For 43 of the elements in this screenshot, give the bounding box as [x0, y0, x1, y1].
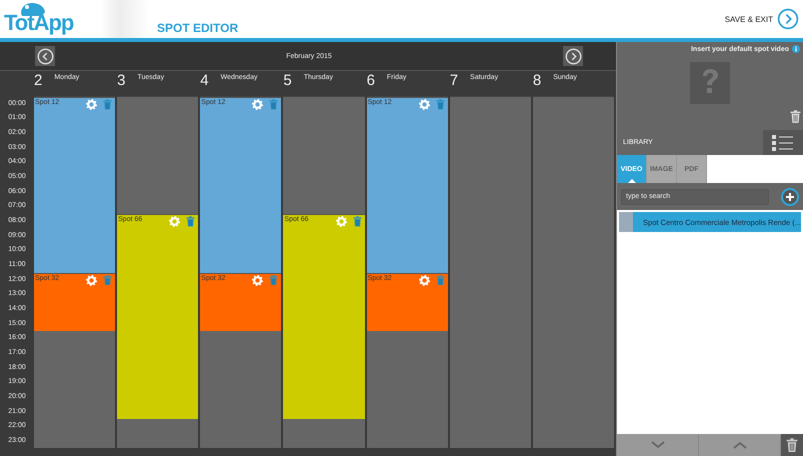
video-placeholder[interactable]	[690, 62, 730, 104]
add-button[interactable]	[781, 188, 799, 206]
logo-text: TotApp	[4, 11, 74, 35]
day-number: 7	[450, 73, 458, 89]
list-view-icon	[772, 134, 794, 150]
trash-icon[interactable]	[269, 99, 278, 110]
video-thumbnail	[619, 212, 634, 232]
day-number: 2	[34, 73, 42, 89]
chevron-up-icon	[732, 441, 746, 449]
trash-icon[interactable]	[790, 110, 801, 124]
trash-icon[interactable]	[436, 274, 445, 286]
gear-icon[interactable]	[86, 99, 98, 110]
chevron-circle-icon	[564, 48, 582, 64]
info-icon[interactable]	[792, 45, 800, 53]
day-number: 4	[200, 73, 209, 89]
trash-icon[interactable]	[186, 216, 196, 227]
save-exit-button[interactable]: SAVE & EXIT	[724, 8, 799, 30]
chevron-down-icon	[650, 441, 664, 449]
gear-icon[interactable]	[418, 99, 430, 110]
chevron-circle-icon	[777, 8, 799, 30]
trash-icon[interactable]	[103, 99, 112, 110]
gear-icon[interactable]	[169, 216, 180, 227]
trash-icon[interactable]	[103, 274, 112, 286]
trash-icon	[786, 438, 798, 452]
gear-icon[interactable]	[86, 274, 98, 286]
chevron-circle-icon	[36, 48, 54, 64]
day-number: 5	[283, 73, 292, 89]
gear-icon[interactable]	[336, 216, 347, 227]
trash-icon[interactable]	[436, 99, 445, 110]
trash-icon[interactable]	[352, 216, 362, 227]
day-number: 8	[532, 73, 542, 89]
gear-icon[interactable]	[418, 274, 430, 286]
previous-week-button[interactable]	[35, 46, 55, 66]
delete-button[interactable]	[781, 434, 803, 456]
day-number: 6	[366, 73, 375, 89]
trash-icon[interactable]	[269, 274, 278, 286]
next-week-button[interactable]	[563, 46, 583, 66]
gear-icon[interactable]	[252, 274, 264, 286]
plus-icon	[786, 192, 794, 200]
day-number: 3	[117, 73, 126, 89]
list-view-button[interactable]	[763, 130, 803, 155]
page-title: SPOT EDITOR	[157, 21, 238, 35]
gear-icon[interactable]	[252, 99, 264, 110]
